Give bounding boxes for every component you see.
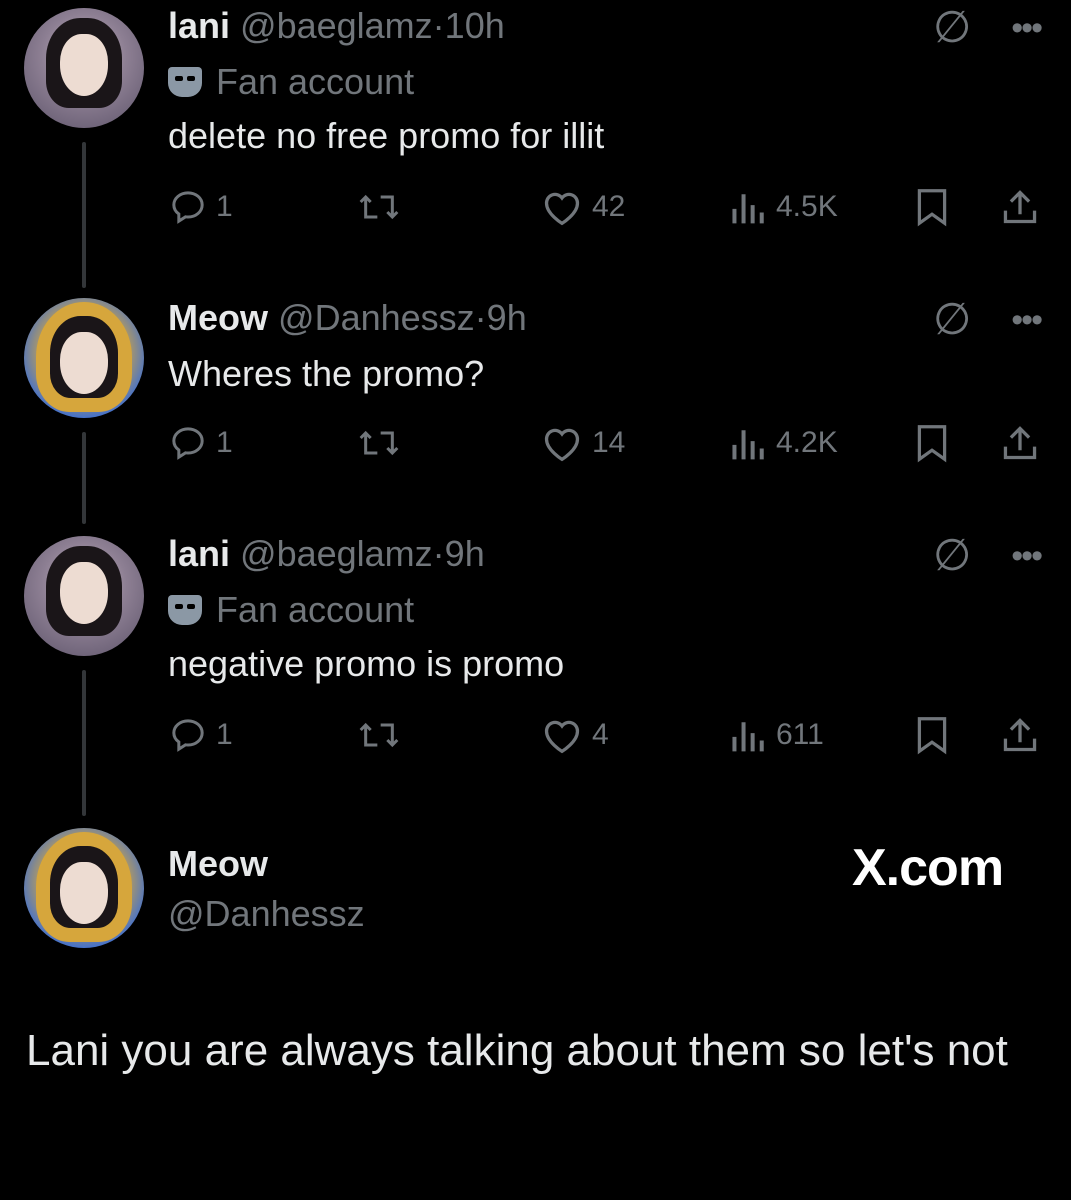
view-count: 611 — [776, 718, 824, 751]
tweet-text: delete no free promo for illit — [168, 115, 605, 156]
handle[interactable]: @Danhessz — [278, 297, 475, 338]
reply-count: 1 — [216, 190, 233, 223]
fan-account-label: Fan account — [168, 60, 414, 104]
share-icon — [1003, 426, 1037, 460]
tweet-top-icons: ∅ ••• — [933, 6, 1043, 50]
label-text: Fan account — [216, 61, 415, 102]
like-count: 14 — [592, 426, 626, 459]
mask-icon — [168, 67, 202, 97]
share-button[interactable] — [1000, 710, 1040, 760]
tweet-header: lani @baeglamz·9h — [168, 532, 485, 576]
tweet-top-icons: ∅ ••• — [933, 534, 1043, 578]
views-button[interactable]: 4.2K — [730, 418, 838, 468]
views-button[interactable]: 611 — [730, 710, 824, 760]
retweet-icon — [359, 722, 399, 748]
handle-text: @Danhessz — [168, 893, 365, 934]
grok-icon[interactable]: ∅ — [933, 534, 971, 578]
separator-dot: · — [432, 5, 445, 46]
display-name[interactable]: lani — [168, 5, 230, 46]
grok-icon[interactable]: ∅ — [933, 298, 971, 342]
view-count: 4.5K — [776, 190, 838, 223]
views-icon — [732, 430, 764, 460]
tweet-actions: 1 4 611 — [168, 710, 1048, 760]
retweet-button[interactable] — [356, 710, 402, 760]
share-button[interactable] — [1000, 418, 1040, 468]
retweet-icon — [359, 430, 399, 456]
display-name[interactable]: lani — [168, 533, 230, 574]
views-icon — [732, 722, 764, 752]
reply-button[interactable]: 1 — [168, 710, 233, 760]
bookmark-icon — [917, 425, 947, 463]
reply-count: 1 — [216, 718, 233, 751]
like-button[interactable]: 14 — [540, 418, 625, 468]
reply-icon — [172, 719, 204, 752]
timestamp[interactable]: 9h — [445, 533, 485, 574]
reply-icon — [172, 427, 204, 460]
retweet-button[interactable] — [356, 182, 402, 232]
display-name[interactable]: Meow — [168, 842, 268, 886]
reply-button[interactable]: 1 — [168, 418, 233, 468]
thread-connector — [82, 670, 86, 816]
separator-dot: · — [474, 297, 487, 338]
tweet-actions: 1 42 4.5K — [168, 182, 1048, 232]
more-icon[interactable]: ••• — [1011, 11, 1043, 45]
display-name-text: Meow — [168, 843, 269, 884]
tweet-top-icons: ∅ ••• — [933, 298, 1043, 342]
timestamp[interactable]: 10h — [445, 5, 505, 46]
bookmark-button[interactable] — [914, 182, 950, 232]
bookmark-button[interactable] — [914, 710, 950, 760]
thread-connector — [82, 142, 86, 288]
tweet-header: Meow @Danhessz·9h — [168, 296, 527, 340]
reply-icon — [172, 191, 204, 224]
grok-icon[interactable]: ∅ — [933, 6, 971, 50]
mask-icon — [168, 595, 202, 625]
avatar[interactable] — [24, 8, 144, 128]
avatar[interactable] — [24, 536, 144, 656]
share-button[interactable] — [1000, 182, 1040, 232]
fan-account-label: Fan account — [168, 588, 414, 632]
x-brand-logo: X.com — [852, 839, 1004, 897]
avatar[interactable] — [24, 828, 144, 948]
handle[interactable]: @baeglamz — [240, 5, 433, 46]
like-count: 4 — [592, 718, 609, 751]
handle[interactable]: @Danhessz — [168, 892, 365, 936]
heart-icon — [544, 428, 580, 462]
heart-icon — [544, 192, 580, 226]
display-name[interactable]: Meow — [168, 297, 268, 338]
bookmark-button[interactable] — [914, 418, 950, 468]
tweet-header: lani @baeglamz·10h — [168, 4, 505, 48]
handle[interactable]: @baeglamz — [240, 533, 433, 574]
tweet-text: Wheres the promo? — [168, 353, 485, 394]
more-icon[interactable]: ••• — [1011, 303, 1043, 337]
reply-button[interactable]: 1 — [168, 182, 233, 232]
separator-dot: · — [432, 533, 445, 574]
avatar[interactable] — [24, 298, 144, 418]
like-button[interactable]: 4 — [540, 710, 609, 760]
timestamp[interactable]: 9h — [487, 297, 527, 338]
like-button[interactable]: 42 — [540, 182, 625, 232]
retweet-icon — [359, 194, 399, 220]
retweet-button[interactable] — [356, 418, 402, 468]
tweet-text: Lani you are always talking about them s… — [26, 1026, 1008, 1075]
views-icon — [732, 194, 764, 224]
share-icon — [1003, 190, 1037, 224]
thread-connector — [82, 432, 86, 524]
tweet-text: negative promo is promo — [168, 643, 565, 684]
like-count: 42 — [592, 190, 626, 223]
view-count: 4.2K — [776, 426, 838, 459]
label-text: Fan account — [216, 589, 415, 630]
bookmark-icon — [917, 717, 947, 755]
views-button[interactable]: 4.5K — [730, 182, 838, 232]
reply-count: 1 — [216, 426, 233, 459]
heart-icon — [544, 720, 580, 754]
share-icon — [1003, 718, 1037, 752]
more-icon[interactable]: ••• — [1011, 539, 1043, 573]
bookmark-icon — [917, 189, 947, 227]
tweet-actions: 1 14 4.2K — [168, 418, 1048, 468]
